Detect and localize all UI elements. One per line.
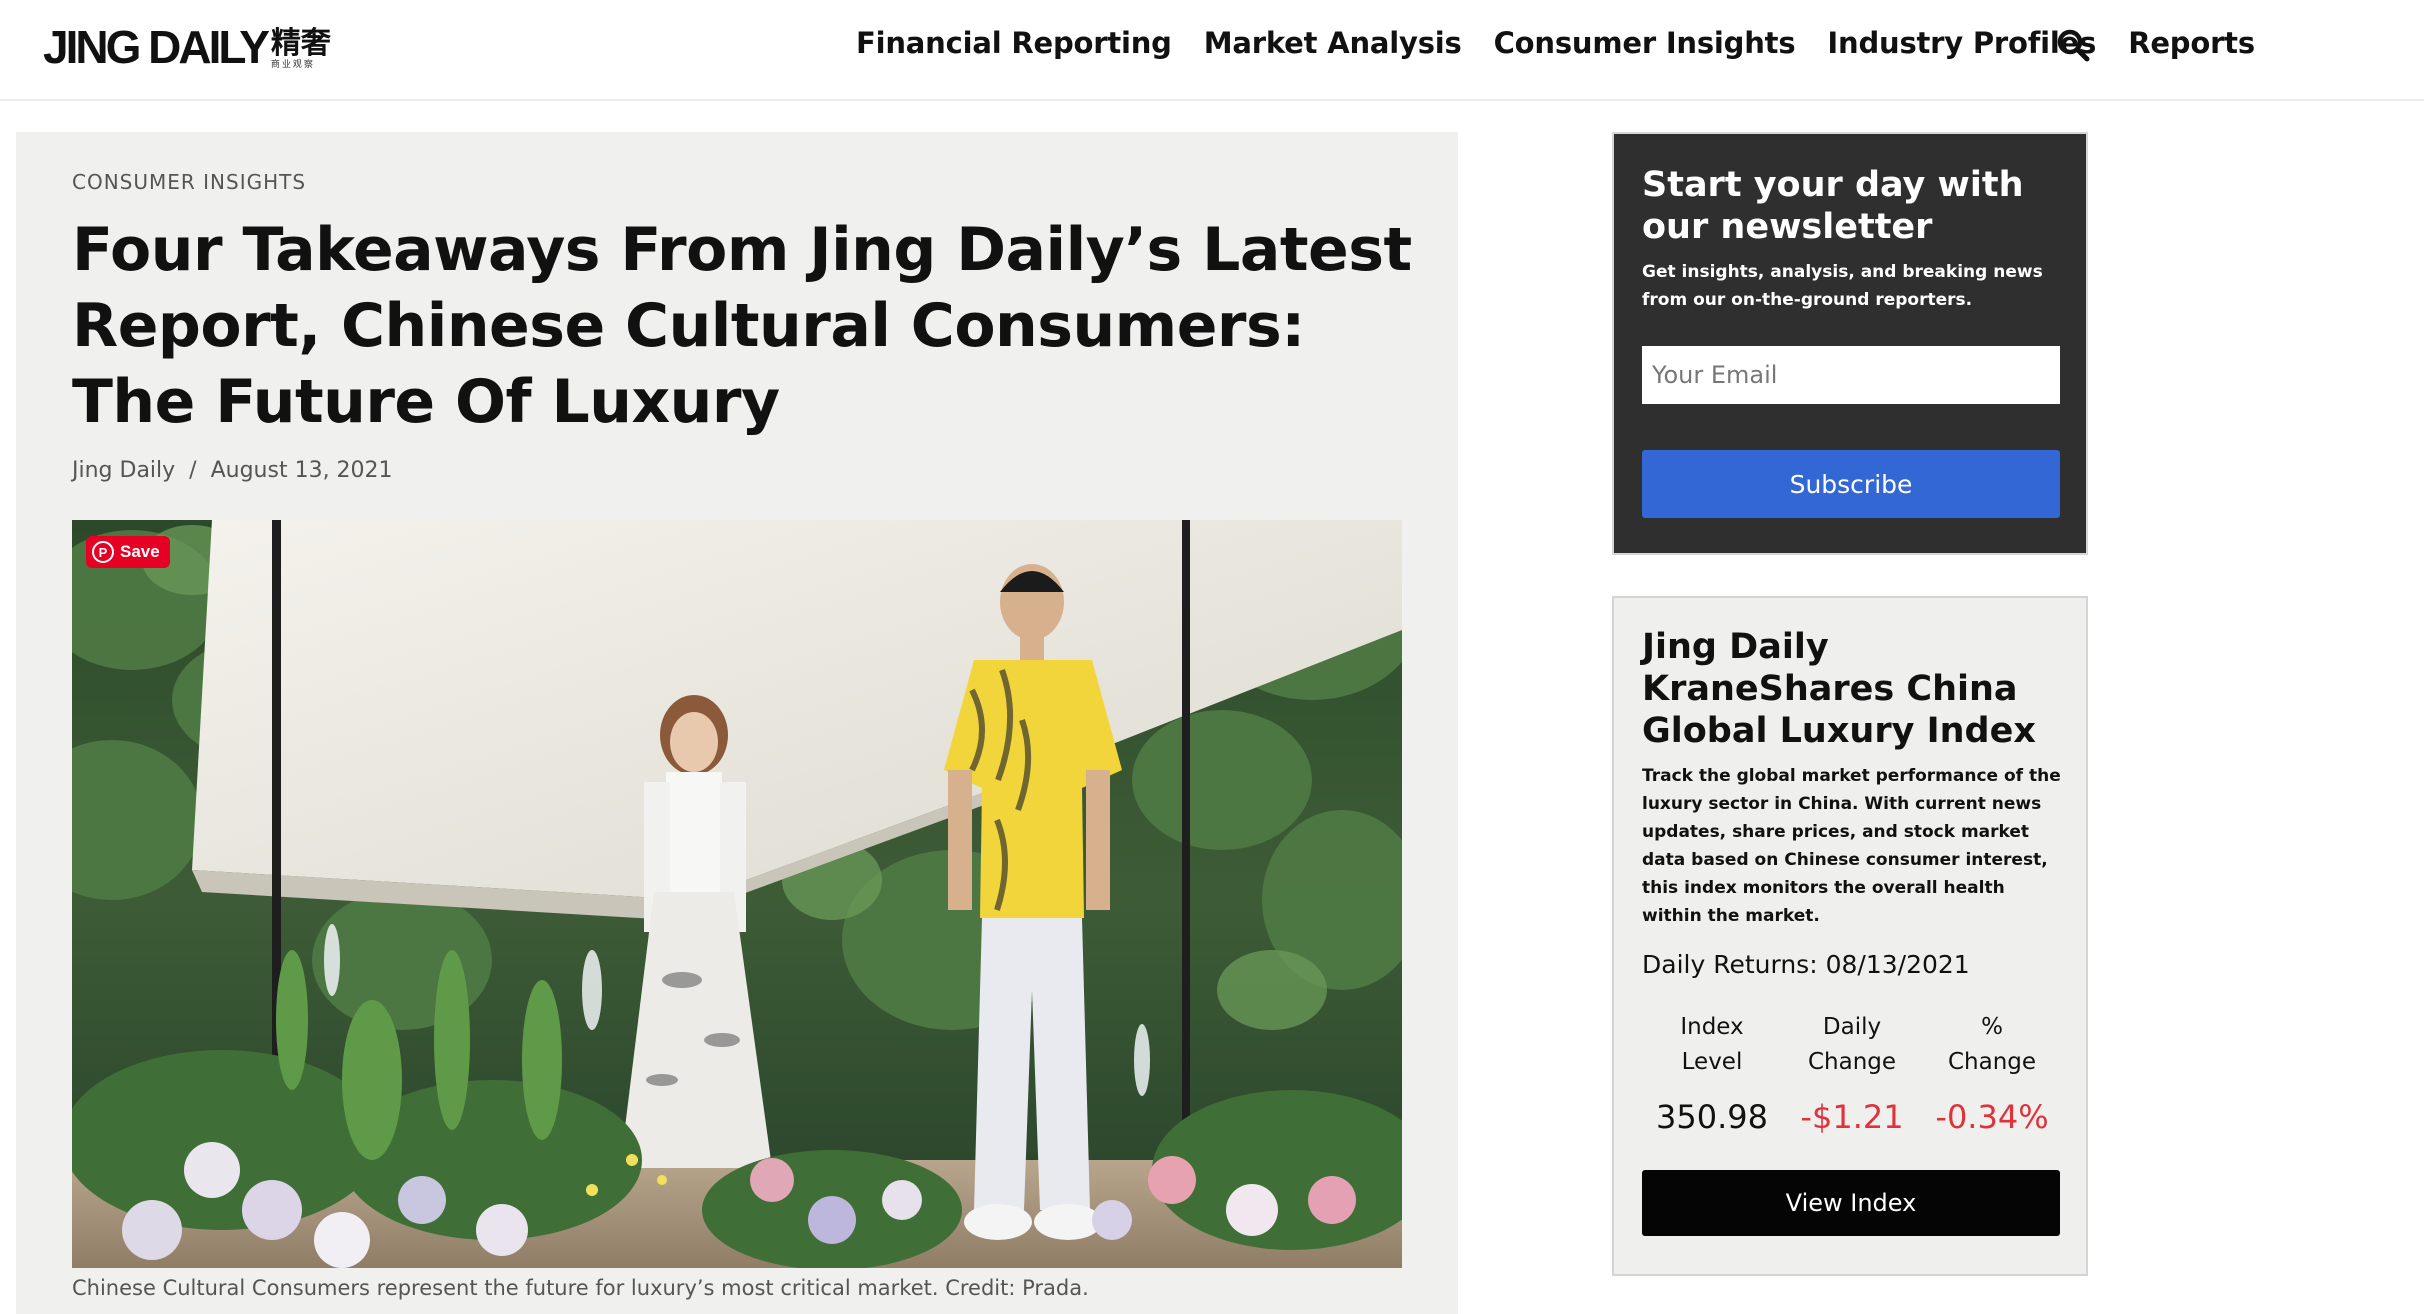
index-description: Track the global market performance of t… (1642, 766, 2061, 926)
newsletter-description: Get insights, analysis, and breaking new… (1642, 262, 2043, 310)
newsletter-title: Start your day with our newsletter (1642, 165, 2024, 247)
stat-percent-change: % Change -0.34% (1922, 1010, 2062, 1136)
stat-header-line: % (1981, 1014, 2003, 1040)
stat-header-line: Change (1807, 1049, 1897, 1075)
nav-item-financial-reporting[interactable]: Financial Reporting (856, 26, 1172, 60)
pinterest-icon: P (92, 541, 114, 563)
article-date: August 13, 2021 (210, 458, 393, 483)
stat-value: -0.34% (1935, 1098, 2049, 1136)
site-logo[interactable]: JING DAILY 精奢 商业观察 (43, 24, 331, 70)
search-button[interactable] (2056, 28, 2090, 62)
article-author[interactable]: Jing Daily (72, 458, 175, 483)
article: CONSUMER INSIGHTS Four Takeaways From Ji… (16, 132, 1458, 1314)
daily-returns: Daily Returns: 08/13/2021 (1642, 950, 1970, 979)
logo-cn: 精奢 商业观察 (271, 29, 331, 70)
logo-cn-main: 精奢 (270, 26, 331, 61)
luxury-index-widget: Jing Daily KraneShares China Global Luxu… (1612, 596, 2088, 1276)
stat-header: Index Level (1642, 1010, 1782, 1084)
pinterest-save-button[interactable]: P Save (86, 536, 170, 568)
view-index-button[interactable]: View Index (1642, 1170, 2060, 1236)
newsletter-widget: Start your day with our newsletter Get i… (1612, 132, 2088, 555)
article-category[interactable]: CONSUMER INSIGHTS (72, 170, 306, 194)
daily-returns-label: Daily Returns: (1642, 950, 1818, 979)
email-field[interactable] (1642, 346, 2060, 404)
article-title: Four Takeaways From Jing Daily’s Latest … (72, 215, 1412, 437)
save-label: Save (120, 542, 160, 561)
byline-separator: / (189, 458, 197, 483)
stat-header: Daily Change (1782, 1010, 1922, 1084)
subscribe-button[interactable]: Subscribe (1642, 450, 2060, 518)
nav-item-consumer-insights[interactable]: Consumer Insights (1494, 26, 1796, 60)
logo-wordmark: JING DAILY (43, 21, 270, 73)
site-header: JING DAILY 精奢 商业观察 Financial Reporting M… (0, 0, 2424, 101)
stat-header: % Change (1922, 1010, 2062, 1084)
stat-value: -$1.21 (1800, 1098, 1904, 1136)
index-title: Jing Daily KraneShares China Global Luxu… (1642, 627, 2036, 751)
logo-cn-sub: 商业观察 (270, 60, 315, 70)
nav-item-market-analysis[interactable]: Market Analysis (1204, 26, 1462, 60)
stat-index-level: Index Level 350.98 (1642, 1010, 1782, 1136)
stat-daily-change: Daily Change -$1.21 (1782, 1010, 1922, 1136)
hero-image: P Save (72, 520, 1402, 1268)
stat-header-line: Daily (1822, 1014, 1882, 1040)
daily-returns-date: 08/13/2021 (1825, 950, 1970, 979)
stat-header-line: Level (1681, 1049, 1743, 1075)
index-stats: Index Level 350.98 Daily Change -$1.21 %… (1642, 1010, 2062, 1136)
stat-header-line: Index (1680, 1014, 1744, 1040)
search-icon (2057, 29, 2090, 62)
hero-photo (72, 520, 1402, 1268)
image-caption: Chinese Cultural Consumers represent the… (72, 1276, 1089, 1300)
nav-item-reports[interactable]: Reports (2128, 26, 2255, 60)
stat-value: 350.98 (1656, 1098, 1768, 1136)
stat-header-line: Change (1947, 1049, 2037, 1075)
byline: Jing Daily / August 13, 2021 (72, 458, 393, 483)
